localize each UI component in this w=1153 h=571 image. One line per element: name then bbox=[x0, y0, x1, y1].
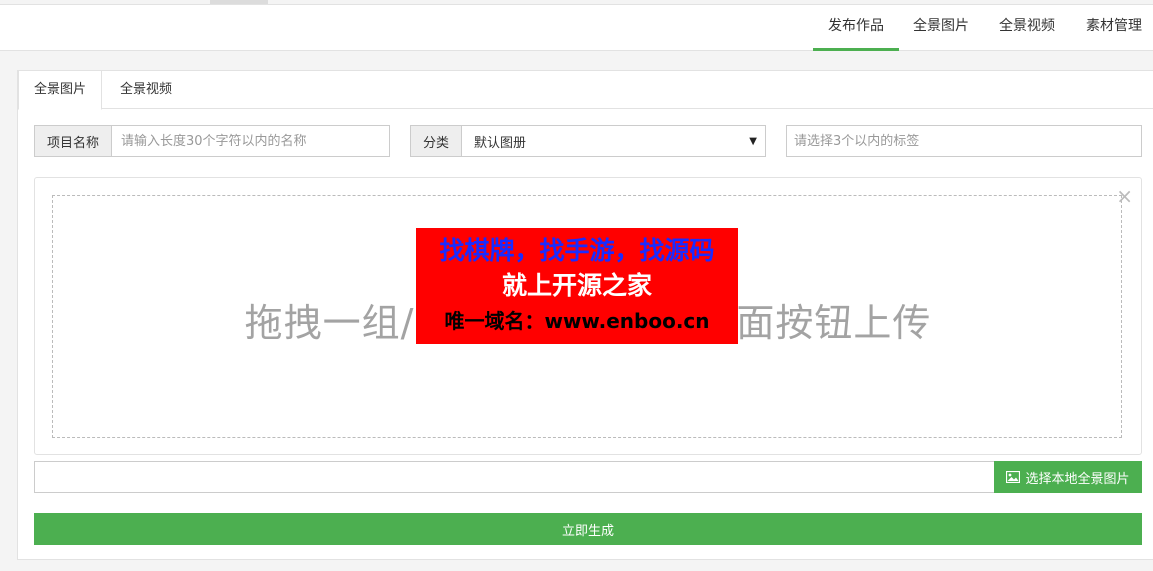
nav-item-panorama-videos[interactable]: 全景视频 bbox=[989, 5, 1065, 51]
project-name-field: 项目名称 bbox=[34, 125, 390, 157]
tab-bar: 全景图片 全景视频 bbox=[18, 71, 1153, 110]
category-field: 分类 默认图册 ▼ bbox=[410, 125, 766, 157]
select-local-image-label: 选择本地全景图片 bbox=[1025, 471, 1130, 487]
watermark-line-3: 唯一域名：www.enboo.cn bbox=[444, 309, 710, 333]
category-label: 分类 bbox=[411, 126, 462, 156]
select-local-image-button[interactable]: 选择本地全景图片 bbox=[994, 461, 1142, 493]
image-icon bbox=[1006, 471, 1021, 483]
tags-input[interactable] bbox=[787, 126, 1141, 156]
tab-panorama-images[interactable]: 全景图片 bbox=[18, 71, 102, 110]
tab-panorama-videos[interactable]: 全景视频 bbox=[104, 71, 188, 110]
top-navbar: 发布作品 全景图片 全景视频 素材管理 bbox=[0, 5, 1153, 51]
watermark-banner: 找棋牌，找手游，找源码 就上开源之家 唯一域名：www.enboo.cn bbox=[416, 228, 738, 344]
watermark-line-2: 就上开源之家 bbox=[501, 271, 652, 300]
top-strip-active-chip bbox=[210, 0, 268, 4]
file-path-field[interactable]: 选择本地全景图片 bbox=[34, 461, 1142, 493]
dropzone-hint-left: 拖拽一组/ bbox=[244, 301, 415, 345]
watermark-line-1: 找棋牌，找手游，找源码 bbox=[439, 236, 715, 265]
publish-panel: 全景图片 全景视频 项目名称 分类 默认图册 ▼ 拖拽一组/面按钮上传 × 找棋… bbox=[17, 70, 1153, 560]
dropzone-hint-right: 面按钮上传 bbox=[736, 301, 932, 345]
tags-field bbox=[786, 125, 1142, 157]
nav-item-publish[interactable]: 发布作品 bbox=[813, 5, 899, 51]
nav-item-asset-management[interactable]: 素材管理 bbox=[1076, 5, 1152, 51]
caret-down-icon: ▼ bbox=[749, 135, 757, 147]
project-name-label: 项目名称 bbox=[35, 126, 112, 156]
project-name-input[interactable] bbox=[112, 126, 389, 156]
generate-button[interactable]: 立即生成 bbox=[34, 513, 1142, 545]
nav-item-panorama-images[interactable]: 全景图片 bbox=[903, 5, 979, 51]
category-selected-value: 默认图册 bbox=[474, 135, 527, 151]
close-icon[interactable]: × bbox=[1116, 186, 1133, 206]
category-select[interactable]: 默认图册 ▼ bbox=[462, 126, 765, 156]
